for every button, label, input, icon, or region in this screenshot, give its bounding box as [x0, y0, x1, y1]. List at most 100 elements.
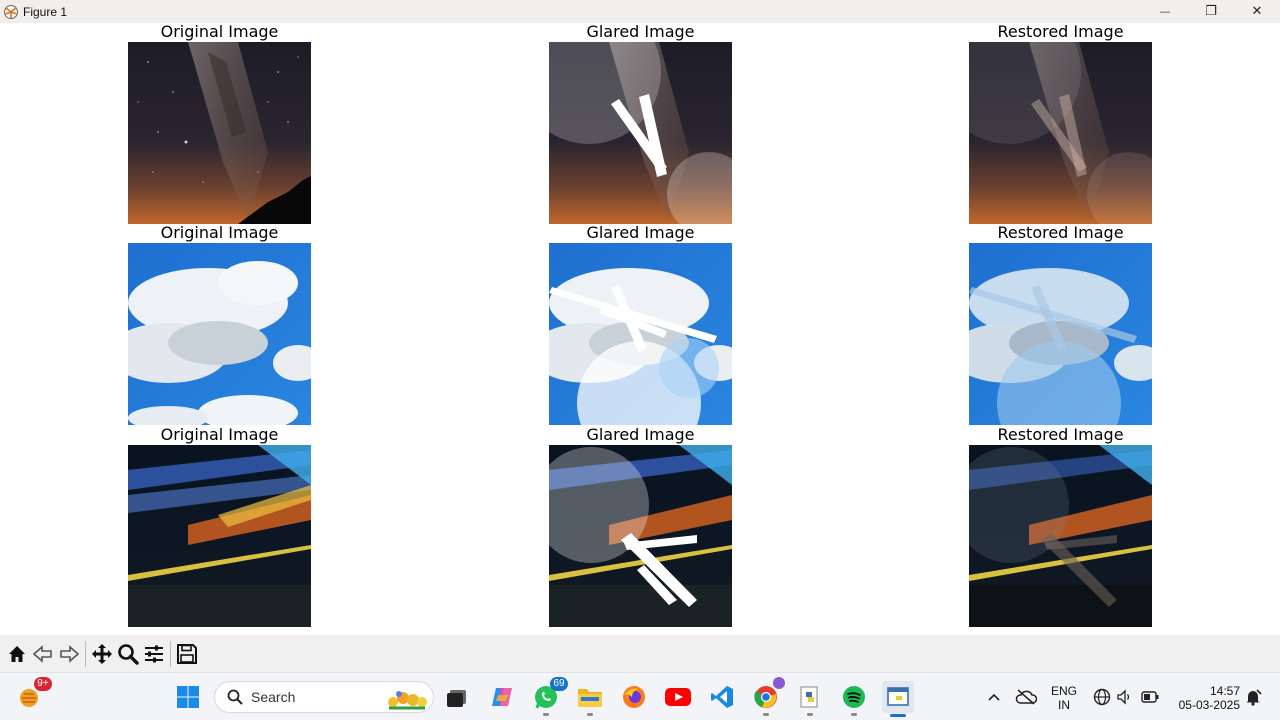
subplot-title: Original Image [160, 223, 279, 242]
vscode-icon [711, 686, 733, 708]
light-trails-restored-image [969, 445, 1152, 627]
language-bottom: IN [1058, 698, 1070, 712]
chrome-icon [754, 686, 777, 708]
copilot-button[interactable] [486, 681, 518, 713]
search-icon [227, 689, 243, 705]
minimize-button[interactable]: — [1142, 0, 1188, 23]
running-indicator [543, 713, 549, 716]
zoom-button[interactable] [115, 641, 141, 667]
show-hidden-icons-button[interactable] [978, 681, 1010, 713]
cloud-offline-icon [1015, 689, 1037, 705]
window-controls: — ❐ ✕ [1142, 0, 1280, 23]
firefox-icon [623, 686, 645, 708]
minimize-icon: — [1159, 5, 1171, 18]
figure-canvas[interactable]: Original Image Glared Image Restored Ima… [0, 22, 1280, 635]
start-button[interactable] [172, 681, 204, 713]
home-icon [9, 645, 25, 662]
chevron-up-icon [988, 693, 1000, 701]
close-icon: ✕ [1251, 4, 1263, 19]
maximize-button[interactable]: ❐ [1188, 0, 1234, 23]
file-explorer-button[interactable] [574, 681, 606, 716]
search-label: Search [251, 689, 296, 705]
window-title: Figure 1 [23, 4, 68, 19]
folder-icon [578, 689, 602, 707]
spotify-button[interactable] [838, 681, 870, 716]
clock-date: 05-03-2025 [1178, 698, 1240, 712]
toolbar-separator [170, 640, 171, 667]
windows-logo-icon [177, 686, 199, 708]
language-indicator[interactable]: ENG IN [1044, 682, 1084, 714]
clouds-restored-image [969, 243, 1152, 425]
clock-button[interactable]: 14:57 05-03-2025 [1168, 682, 1240, 714]
maximize-icon: ❐ [1205, 4, 1217, 19]
home-button[interactable] [4, 641, 30, 667]
zoom-magnifier-icon [118, 643, 139, 665]
globe-network-icon [1093, 688, 1111, 706]
task-view-button[interactable] [441, 681, 473, 713]
matplotlib-toolbar [0, 635, 1280, 672]
running-indicator [587, 713, 593, 716]
whatsapp-badge: 69 [550, 677, 568, 691]
configure-subplots-button[interactable] [141, 641, 167, 667]
notifications-button[interactable] [1240, 681, 1266, 713]
configure-subplots-icon [145, 645, 163, 662]
milky-way-original-image [128, 42, 311, 224]
toolbar-separator [85, 640, 86, 667]
subplot-title: Original Image [160, 22, 279, 41]
chrome-profile-badge [773, 677, 785, 689]
milky-way-glared-image [549, 42, 732, 224]
save-button[interactable] [174, 641, 200, 667]
python-figure-icon [887, 687, 909, 706]
subplot-title: Restored Image [997, 22, 1124, 41]
subplot-title: Restored Image [997, 223, 1124, 242]
save-figure-icon [177, 643, 197, 664]
matplotlib-figure-button[interactable] [882, 681, 914, 717]
subplot-title: Original Image [160, 425, 279, 444]
light-trails-original-image [128, 445, 311, 627]
clouds-original-image [128, 243, 311, 425]
clouds-glared-image [549, 243, 732, 425]
firefox-button[interactable] [618, 681, 650, 713]
weather-badge: 9+ [34, 677, 52, 691]
copilot-icon [492, 688, 512, 706]
back-button[interactable] [30, 641, 56, 667]
chrome-button[interactable] [750, 677, 785, 716]
window-titlebar: Figure 1 — ❐ ✕ [0, 0, 1280, 23]
windows-taskbar: 9+ Search 69 ENG IN 14:57 05-03-2025 [0, 672, 1280, 720]
youtube-icon [665, 688, 691, 706]
whatsapp-button[interactable]: 69 [530, 677, 568, 716]
running-indicator [807, 713, 813, 716]
subplot-title: Glared Image [586, 223, 695, 242]
back-arrow-icon [33, 644, 52, 663]
close-button[interactable]: ✕ [1234, 0, 1280, 23]
matplotlib-app-icon [3, 4, 19, 20]
forward-button[interactable] [56, 641, 82, 667]
vscode-button[interactable] [706, 681, 738, 713]
running-indicator [851, 713, 857, 716]
active-indicator [890, 714, 906, 717]
task-view-icon [447, 690, 466, 707]
light-trails-glared-image [549, 445, 732, 627]
weather-widget[interactable]: 9+ [14, 677, 52, 713]
quick-settings-button[interactable] [1088, 681, 1164, 713]
pan-move-icon [92, 643, 112, 664]
subplot-title: Restored Image [997, 425, 1124, 444]
milky-way-restored-image [969, 42, 1152, 224]
subplot-title: Glared Image [586, 22, 695, 41]
youtube-button[interactable] [662, 681, 694, 713]
pan-button[interactable] [89, 641, 115, 667]
running-indicator [763, 713, 769, 716]
subplot-title: Glared Image [586, 425, 695, 444]
python-file-icon [800, 686, 818, 708]
spotify-icon [843, 686, 865, 708]
search-highlight-flowers-icon [388, 691, 427, 710]
notification-bell-icon [1246, 689, 1262, 706]
language-top: ENG [1050, 684, 1077, 698]
battery-icon [1141, 691, 1159, 703]
python-idle-button[interactable] [794, 681, 826, 716]
forward-arrow-icon [60, 644, 79, 663]
volume-icon [1117, 689, 1130, 705]
taskbar-search-box[interactable]: Search [214, 681, 434, 713]
clock-time: 14:57 [1209, 684, 1240, 698]
onedrive-tray-button[interactable] [1010, 681, 1042, 713]
